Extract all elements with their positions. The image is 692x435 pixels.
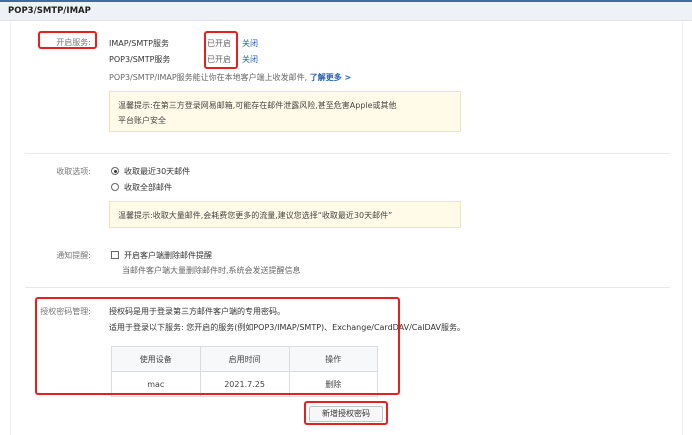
notify-label: 通知提醒: [56,251,91,260]
service-tip-line2: 平台账户安全 [118,116,166,125]
delete-reminder-checkbox[interactable] [111,251,119,259]
service-description: POP3/SMTP/IMAP服务能让你在本地客户端上收发邮件, 了解更多 > [109,72,351,83]
highlight-auth-section [35,297,400,395]
service-description-text: POP3/SMTP/IMAP服务能让你在本地客户端上收发邮件, [109,73,308,82]
highlight-service-label [38,31,97,49]
radio-all-mail[interactable] [111,183,119,191]
divider-1 [25,153,670,154]
delete-reminder-sub: 当邮件客户端大量删除邮件时,系统会发送提醒信息 [122,266,301,275]
section-header: POP3/SMTP/IMAP [0,2,692,21]
receive-tip-text: 温馨提示:收取大量邮件,会耗费您更多的流量,建议您选择“收取最近30天邮件” [118,211,393,220]
learn-more-link[interactable]: 了解更多 > [310,73,352,82]
service-tip-box: 温馨提示:在第三方登录网易邮箱,可能存在邮件泄露风险,甚至危害Apple或其他 … [109,91,461,132]
delete-reminder-label[interactable]: 开启客户端删除邮件提醒 [124,250,212,261]
highlight-add-button [304,401,388,425]
highlight-service-status [204,31,238,69]
imap-service-name: IMAP/SMTP服务 [109,39,169,48]
divider-2 [25,287,670,288]
settings-panel: 开启服务: IMAP/SMTP服务 已开启 | 关闭 POP3/SMTP服务 已… [10,21,683,435]
section-title: POP3/SMTP/IMAP [8,6,91,16]
radio-recent-label[interactable]: 收取最近30天邮件 [124,166,190,177]
imap-close-link[interactable]: 关闭 [242,38,258,49]
pop3-close-link[interactable]: 关闭 [242,54,258,65]
service-tip-line1: 温馨提示:在第三方登录网易邮箱,可能存在邮件泄露风险,甚至危害Apple或其他 [118,101,397,110]
radio-recent-30-days[interactable] [111,167,119,175]
pop3-service-name: POP3/SMTP服务 [109,55,171,64]
receive-label: 收取选项: [56,167,91,176]
receive-tip-box: 温馨提示:收取大量邮件,会耗费您更多的流量,建议您选择“收取最近30天邮件” [109,201,461,228]
radio-all-label[interactable]: 收取全部邮件 [124,182,172,193]
